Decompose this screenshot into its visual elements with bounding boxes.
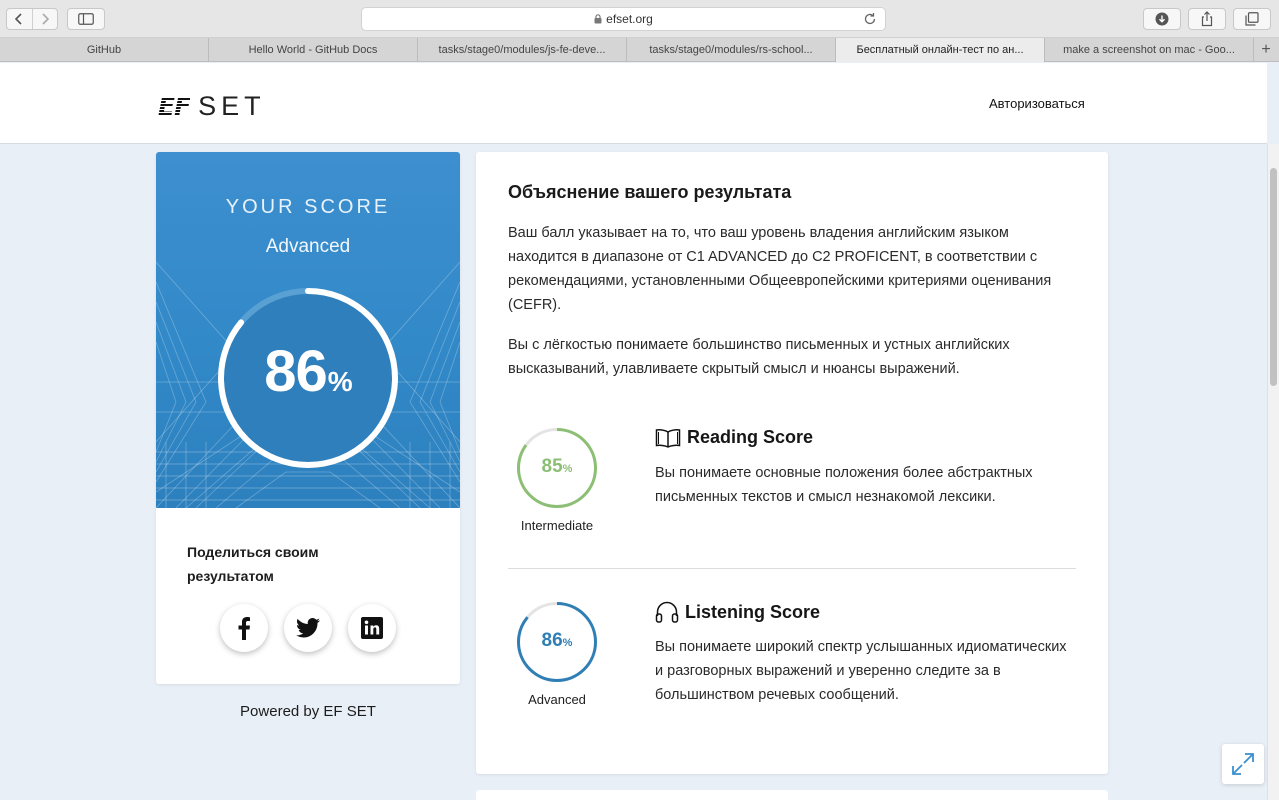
share-linkedin-button[interactable] — [348, 604, 396, 652]
overall-level: Advanced — [265, 236, 351, 257]
tab-rs-school[interactable]: tasks/stage0/modules/rs-school... — [627, 38, 836, 62]
listening-description: Вы понимаете широкий спектр услышанных и… — [655, 639, 1067, 703]
address-bar[interactable]: efset.org — [361, 7, 886, 31]
new-tab-button[interactable]: + — [1254, 38, 1278, 62]
sidebar-button[interactable] — [67, 8, 105, 30]
site-header: EF SET Авторизоваться — [0, 63, 1267, 144]
reading-score-number: 85 — [541, 456, 563, 477]
tab-google[interactable]: make a screenshot on mac - Goo... — [1045, 38, 1254, 62]
score-card: YOUR SCORE Advanced 86% Поделиться своим… — [156, 152, 460, 684]
headphones-icon — [655, 601, 679, 623]
tab-label: Hello World - GitHub Docs — [248, 44, 378, 56]
share-title: Поделиться своим результатом — [187, 544, 319, 584]
tab-bar: GitHub Hello World - GitHub Docs tasks/s… — [0, 38, 1279, 62]
tab-label: make a screenshot on mac - Goo... — [1063, 44, 1235, 56]
forward-button[interactable] — [31, 9, 58, 29]
facebook-icon — [238, 617, 250, 640]
expand-icon — [1232, 753, 1254, 775]
page-scrollbar[interactable] — [1267, 144, 1279, 800]
tab-label: GitHub — [86, 44, 122, 56]
percent-sign: % — [562, 463, 573, 475]
your-score-heading: YOUR SCORE — [225, 196, 391, 218]
lock-icon — [594, 14, 602, 24]
back-button[interactable] — [7, 9, 32, 29]
downloads-button[interactable] — [1143, 8, 1181, 30]
percent-sign: % — [562, 637, 573, 649]
share-facebook-button[interactable] — [220, 604, 268, 652]
listening-heading: Listening Score — [655, 601, 820, 623]
scroll-thumb[interactable] — [1270, 168, 1277, 386]
overall-score-number: 86 — [264, 339, 328, 404]
sidebar-icon — [78, 13, 94, 25]
explanation-title: Объяснение вашего результата — [508, 182, 792, 202]
overall-score-value: 86% — [216, 338, 400, 405]
explanation-card: Объяснение вашего результата Ваш балл ук… — [476, 152, 1108, 774]
tab-hello-world[interactable]: Hello World - GitHub Docs — [209, 38, 418, 62]
reading-heading: Reading Score — [655, 427, 813, 448]
next-card-edge — [476, 790, 1108, 800]
share-twitter-button[interactable] — [284, 604, 332, 652]
linkedin-icon — [361, 617, 383, 639]
share-button[interactable] — [1188, 8, 1226, 30]
tabs-overview-button[interactable] — [1233, 8, 1271, 30]
history-nav — [6, 8, 58, 30]
tab-label: tasks/stage0/modules/js-fe-deve... — [438, 44, 606, 56]
tabs-icon — [1245, 12, 1259, 26]
tab-label: Бесплатный онлайн-тест по ан... — [856, 44, 1024, 56]
explanation-paragraph-2: Вы с лёгкостью понимаете большинство пис… — [508, 337, 1010, 377]
listening-score-number: 86 — [541, 630, 563, 651]
reading-title: Reading Score — [687, 427, 814, 447]
listening-title: Listening Score — [685, 601, 821, 622]
score-hero: YOUR SCORE Advanced 86% — [156, 152, 460, 508]
reading-score-value: 85% — [516, 456, 598, 478]
listening-score-value: 86% — [516, 630, 598, 652]
login-link[interactable]: Авторизоваться — [989, 96, 1085, 111]
download-icon — [1155, 12, 1169, 26]
twitter-icon — [296, 618, 320, 638]
listening-level: Advanced — [528, 692, 586, 707]
expand-button[interactable] — [1222, 744, 1264, 784]
logo-ef: EF — [158, 92, 191, 121]
reload-icon[interactable] — [863, 12, 877, 26]
chevron-right-icon — [42, 13, 49, 25]
powered-by: Powered by EF SET — [240, 703, 376, 720]
tab-efset[interactable]: Бесплатный онлайн-тест по ан... — [836, 38, 1045, 62]
book-icon — [655, 428, 681, 448]
logo-set: SET — [198, 91, 266, 121]
tab-github[interactable]: GitHub — [0, 38, 209, 62]
tab-js-fe[interactable]: tasks/stage0/modules/js-fe-deve... — [418, 38, 627, 62]
percent-sign: % — [327, 366, 353, 397]
explanation-paragraph-1: Ваш балл указывает на то, что ваш уровен… — [508, 225, 1052, 313]
section-divider — [508, 568, 1076, 569]
reading-level: Intermediate — [520, 518, 594, 533]
reading-description: Вы понимаете основные положения более аб… — [655, 465, 1033, 505]
share-icon — [1201, 11, 1213, 27]
efset-logo[interactable]: EF SET — [158, 91, 266, 122]
tab-label: tasks/stage0/modules/rs-school... — [649, 44, 813, 56]
browser-toolbar: efset.org — [0, 0, 1279, 38]
chevron-left-icon — [15, 13, 22, 25]
url-text: efset.org — [606, 12, 653, 26]
